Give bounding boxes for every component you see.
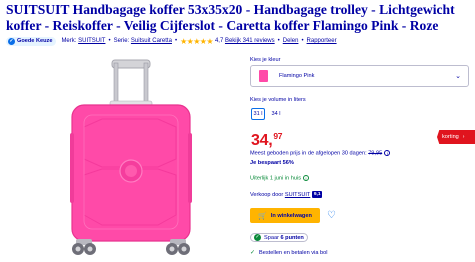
volume-label: Kies je volume in liters (250, 97, 306, 103)
color-swatch (259, 70, 268, 82)
seller-line: Verkoop door SUITSUIT 9,1 (250, 191, 322, 198)
share-link[interactable]: Delen (283, 38, 299, 44)
product-title: SUITSUIT Handbagage koffer 53x35x20 - Ha… (6, 2, 455, 33)
discount-banner[interactable]: korting › (437, 130, 475, 144)
lowest-price-value: 79,95 (368, 150, 383, 157)
brand-label: Merk: (61, 38, 77, 44)
discount-label: korting (442, 134, 459, 140)
price-main: 34, (251, 132, 273, 149)
add-to-cart-button[interactable]: 🛒 In winkelwagen (250, 208, 320, 223)
cart-label: In winkelwagen (270, 212, 312, 219)
info-icon[interactable]: i (384, 150, 391, 156)
seller-rating-badge: 9,1 (312, 191, 322, 198)
volume-option-34[interactable]: 34 l (268, 108, 284, 120)
seller-link[interactable]: SUITSUIT (285, 192, 310, 198)
report-link[interactable]: Rapporteer (307, 38, 337, 44)
savings-text: Je bespaart 56% (250, 160, 294, 166)
separator: • (108, 38, 111, 44)
points-badge: ✓ Spaar 6 punten (250, 233, 308, 242)
delivery-line: Uiterlijk 1 juni in huis i (250, 175, 309, 181)
brand-link[interactable]: SUITSUIT (78, 38, 105, 44)
points-prefix: Spaar (264, 234, 279, 241)
color-select[interactable]: Flamingo Pink ⌄ (250, 65, 469, 87)
product-image[interactable] (30, 55, 230, 262)
reviews-link[interactable]: Bekijk 341 reviews (225, 38, 275, 44)
color-label: Kies je kleur (250, 57, 281, 63)
seller-label: Verkoop door (250, 191, 284, 198)
thumbs-up-icon: ✓ (8, 37, 15, 45)
points-value: 6 punten (280, 234, 304, 241)
delivery-text: Uiterlijk 1 juni in huis (250, 175, 301, 182)
order-info: ✓ Bestellen en betalen via bol (250, 249, 328, 257)
lowest-price-text: Meest geboden prijs in de afgelopen 30 d… (250, 150, 369, 157)
separator: • (301, 38, 304, 44)
badge-label: Goede Keuze (17, 38, 53, 44)
series-label: Serie: (113, 38, 130, 44)
points-box: ✓ Spaar 6 punten (250, 233, 308, 242)
color-selected: Flamingo Pink (279, 73, 315, 79)
coin-icon: ✓ (254, 234, 261, 241)
goede-keuze-badge[interactable]: ✓ Goede Keuze (6, 36, 57, 46)
cart-icon: 🛒 (258, 212, 267, 220)
chevron-down-icon: ⌄ (455, 73, 461, 80)
product-meta: ✓ Goede Keuze Merk: SUITSUIT • Serie: Su… (6, 35, 337, 47)
volume-option-31[interactable]: 31 l (251, 108, 265, 120)
star-rating-icon: ★★★★★ (180, 36, 213, 46)
separator: • (174, 38, 178, 44)
order-text: Bestellen en betalen via bol (259, 249, 328, 256)
checkmark-icon: ✓ (250, 250, 256, 256)
separator: • (277, 38, 280, 44)
chevron-right-icon: › (462, 134, 465, 140)
wishlist-heart-icon[interactable]: ♡ (327, 209, 336, 222)
price: 34,97 (251, 128, 282, 149)
series-link[interactable]: Suitsuit Caretta (131, 38, 172, 44)
rating-value: 4,7 (214, 38, 224, 44)
price-cents: 97 (273, 131, 283, 141)
lowest-price-line: Meest geboden prijs in de afgelopen 30 d… (250, 150, 391, 157)
suitcase-body (70, 104, 192, 242)
info-icon[interactable]: i (303, 175, 309, 181)
